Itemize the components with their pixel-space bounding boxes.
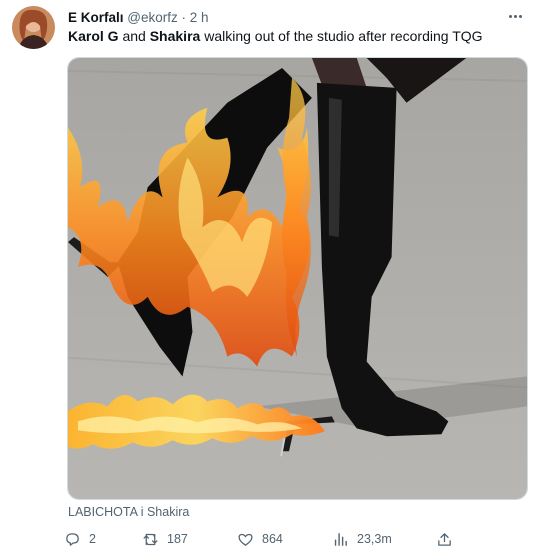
mention-shakira: Shakira [149,28,201,44]
tweet-media-photo[interactable] [67,57,528,500]
separator-dot: · [181,10,187,25]
like-button[interactable]: 864 [237,528,283,550]
avatar[interactable] [12,6,55,49]
reply-icon [66,532,79,546]
tweet-header: E Korfalı @ekorfz · 2 h [68,9,525,27]
share-button[interactable] [436,528,453,550]
avatar-image [12,6,55,49]
tweet-card[interactable]: E Korfalı @ekorfz · 2 h Karol G and Shak… [0,0,539,558]
reply-count: 2 [89,532,96,546]
views-button[interactable]: 23,3m [332,528,392,550]
action-bar: 2 187 864 23,3m [62,528,532,550]
reply-button[interactable]: 2 [64,528,96,550]
display-name[interactable]: E Korfalı [68,10,124,25]
timestamp[interactable]: 2 h [190,10,209,25]
retweet-button[interactable]: 187 [142,528,188,550]
more-options-icon[interactable] [505,7,525,25]
user-handle[interactable]: @ekorfz [127,10,177,25]
tweet-text-rest: walking out of the studio after recordin… [200,28,483,44]
tweet-text-and: and [118,28,150,44]
retweet-count: 187 [167,532,188,546]
views-count: 23,3m [357,532,392,546]
photo-image [68,58,527,499]
tweet-text: Karol G and Shakira walking out of the s… [68,27,525,46]
media-attribution[interactable]: LABICHOTA i Shakira [68,504,189,520]
like-count: 864 [262,532,283,546]
heart-icon [238,533,253,546]
retweet-icon [143,533,158,545]
views-chart-icon [334,532,347,546]
share-icon [438,532,451,546]
mention-karol-g: Karol G [68,28,119,44]
